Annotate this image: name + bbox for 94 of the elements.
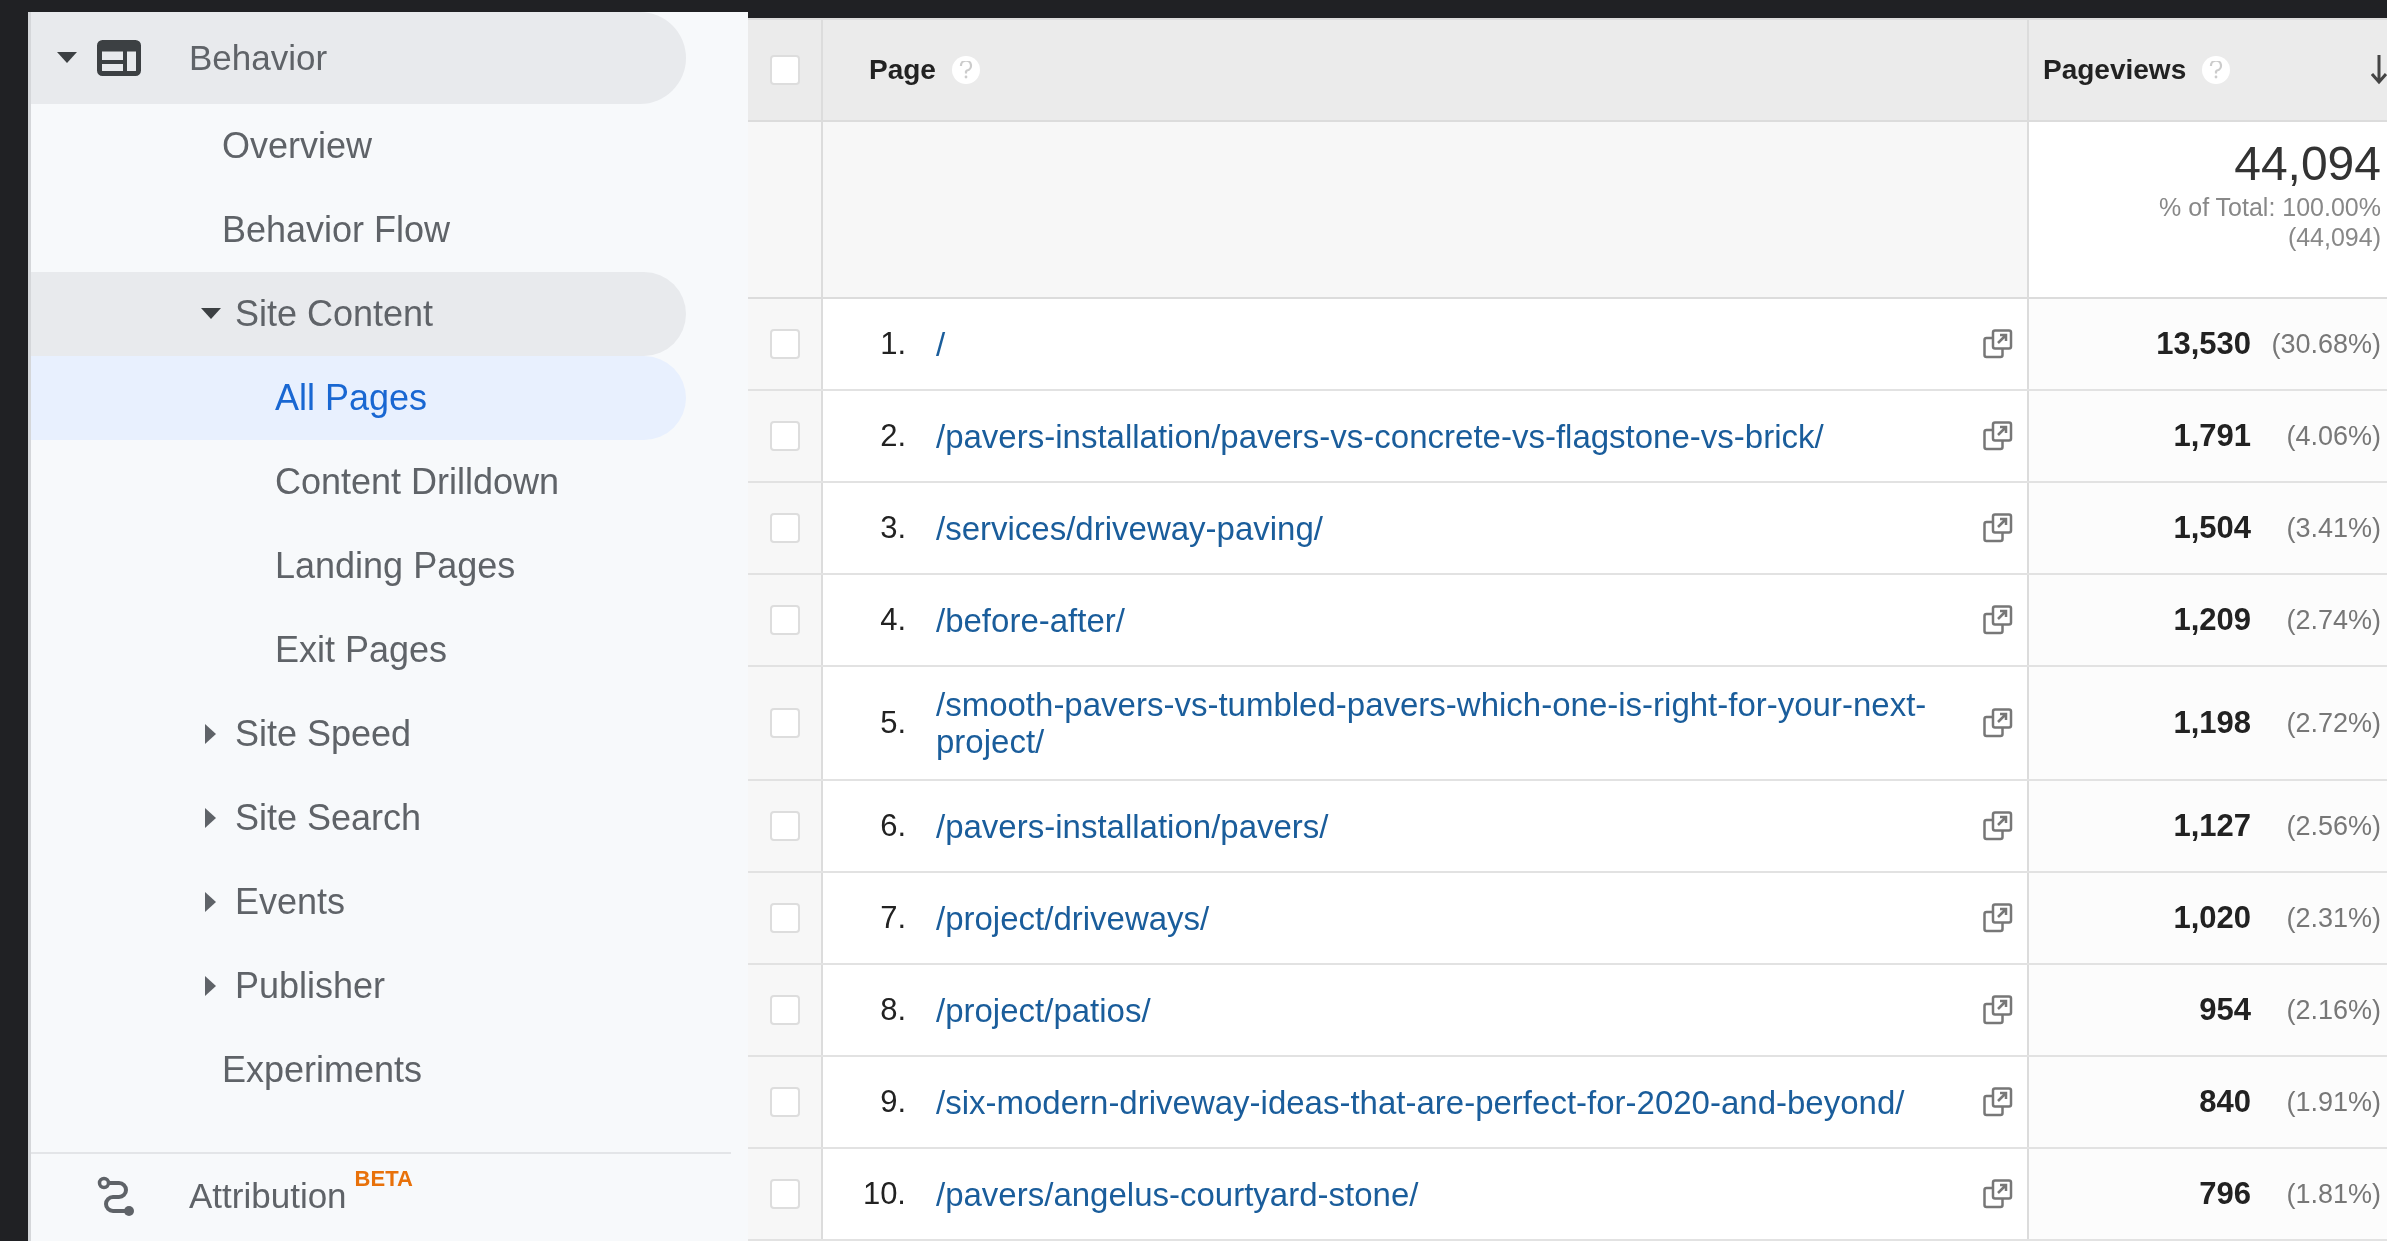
nav-item[interactable]: Site Speed (31, 692, 686, 776)
pageviews-share: (2.16%) (2285, 993, 2381, 1027)
checkbox[interactable] (769, 995, 800, 1025)
pageviews-value: 954 (2199, 990, 2251, 1029)
route-icon (97, 1176, 137, 1216)
caret-right-icon (205, 724, 217, 744)
pageviews-share: (1.91%) (2285, 1085, 2381, 1119)
checkbox[interactable] (769, 1087, 800, 1117)
row-number: 6. (879, 806, 907, 845)
column-header[interactable]: Page (823, 20, 2029, 120)
caret-right-icon (205, 976, 217, 996)
pageviews-share: (1.81%) (2285, 1177, 2381, 1211)
pageviews-share: (30.68%) (2270, 327, 2381, 361)
nav-item[interactable]: Site Content (31, 272, 686, 356)
nav-item[interactable]: Behavior Flow (31, 188, 686, 272)
nav-item[interactable]: Overview (31, 104, 686, 188)
page-link[interactable]: /six-modern-driveway-ideas-that-are-perfect-for-2020-and-beyond/ (936, 1083, 1983, 1121)
column-label: Pageviews (2043, 52, 2187, 87)
pageviews-value: 1,127 (2173, 806, 2251, 845)
open-page-icon[interactable] (1983, 605, 2013, 635)
total-percent: % of Total: 100.00% (2159, 191, 2381, 222)
row-number: 9. (879, 1082, 907, 1121)
column-header[interactable]: Pageviews (2029, 20, 2387, 120)
pageviews-share: (2.74%) (2285, 603, 2381, 637)
pageviews-value: 840 (2199, 1082, 2251, 1121)
page-link[interactable]: /project/patios/ (936, 991, 1983, 1029)
open-page-icon[interactable] (1983, 811, 2013, 841)
row-number: 10. (861, 1174, 907, 1213)
nav-item[interactable]: Landing Pages (31, 524, 686, 608)
nav-item[interactable]: Site Search (31, 776, 686, 860)
page-link[interactable]: /services/driveway-paving/ (936, 509, 1983, 547)
row-number: 2. (879, 416, 907, 455)
row-number: 4. (879, 600, 907, 639)
column-label: Page (869, 52, 936, 87)
nav-item[interactable]: Events (31, 860, 686, 944)
row-number: 1. (879, 324, 907, 363)
open-page-icon[interactable] (1983, 513, 2013, 543)
checkbox[interactable] (769, 421, 800, 451)
nav-item[interactable]: Attribution (189, 1169, 347, 1223)
layout-icon (97, 40, 141, 76)
nav-item[interactable]: Exit Pages (31, 608, 686, 692)
checkbox[interactable] (769, 605, 800, 635)
open-page-icon[interactable] (1983, 421, 2013, 451)
beta-label: BETA (354, 1165, 413, 1193)
pageviews-value: 1,198 (2173, 703, 2251, 742)
checkbox[interactable] (769, 329, 800, 359)
nav-item[interactable]: Publisher (31, 944, 686, 1028)
pageviews-value: 1,209 (2173, 600, 2251, 639)
page-link[interactable]: /project/driveways/ (936, 899, 1983, 937)
checkbox[interactable] (769, 708, 800, 738)
pageviews-share: (2.56%) (2285, 809, 2381, 843)
open-page-icon[interactable] (1983, 329, 2013, 359)
checkbox[interactable] (769, 1179, 800, 1209)
row-number: 3. (879, 508, 907, 547)
caret-right-icon (205, 808, 217, 828)
pageviews-share: (2.31%) (2285, 901, 2381, 935)
sort-arrow-icon[interactable] (2371, 54, 2387, 85)
page-link[interactable]: /pavers-installation/pavers-vs-concrete-vs-flagstone-vs-brick/ (936, 417, 1983, 455)
open-page-icon[interactable] (1983, 995, 2013, 1025)
page-link[interactable]: /pavers-installation/pavers/ (936, 807, 1983, 845)
help-icon[interactable] (951, 55, 980, 84)
checkbox[interactable] (769, 54, 800, 85)
nav-section[interactable]: Behavior (31, 12, 686, 104)
checkbox[interactable] (769, 903, 800, 933)
pageviews-value: 796 (2199, 1174, 2251, 1213)
caret-down-icon (57, 52, 77, 64)
row-number: 7. (879, 898, 907, 937)
open-page-icon[interactable] (1983, 1179, 2013, 1209)
pageviews-value: 1,791 (2173, 416, 2251, 455)
row-number: 8. (879, 990, 907, 1029)
open-page-icon[interactable] (1983, 1087, 2013, 1117)
pageviews-share: (2.72%) (2285, 706, 2381, 740)
page-link[interactable]: /pavers/angelus-courtyard-stone/ (936, 1175, 1983, 1213)
nav-item[interactable]: Content Drilldown (31, 440, 686, 524)
open-page-icon[interactable] (1983, 903, 2013, 933)
nav-item[interactable]: Experiments (31, 1028, 686, 1112)
pageviews-value: 13,530 (2156, 324, 2251, 363)
checkbox[interactable] (769, 811, 800, 841)
nav-item[interactable]: All Pages (31, 356, 686, 440)
checkbox[interactable] (769, 513, 800, 543)
total-count: (44,094) (2287, 221, 2381, 252)
page-link[interactable]: / (936, 325, 1983, 363)
pageviews-value: 1,020 (2173, 898, 2251, 937)
pageviews-share: (4.06%) (2285, 419, 2381, 453)
total-value: 44,094 (2234, 135, 2381, 192)
page-link[interactable]: /smooth-pavers-vs-tumbled-pavers-which-one-is-right-for-your-next-project/ (936, 686, 1983, 760)
caret-right-icon (205, 892, 217, 912)
pageviews-share: (3.41%) (2285, 511, 2381, 545)
help-icon[interactable] (2202, 55, 2231, 84)
open-page-icon[interactable] (1983, 708, 2013, 738)
row-number: 5. (879, 703, 907, 742)
pageviews-value: 1,504 (2173, 508, 2251, 547)
page-link[interactable]: /before-after/ (936, 601, 1983, 639)
caret-down-icon (201, 308, 221, 320)
